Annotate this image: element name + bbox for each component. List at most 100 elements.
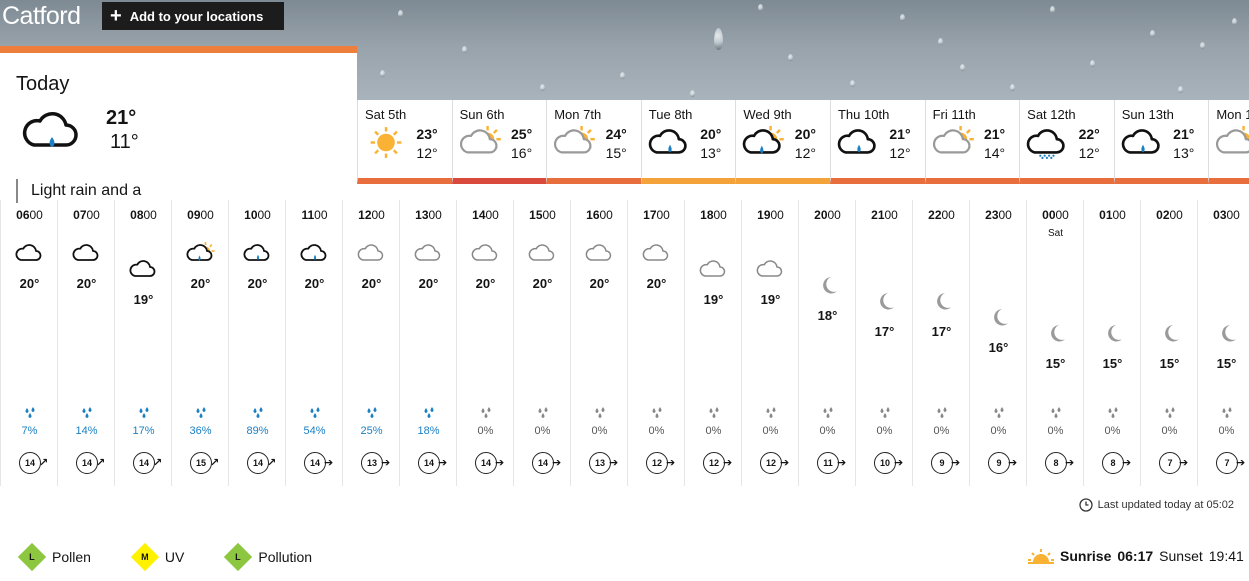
hour-column[interactable]: 1200 20° 25% 13 ➔ xyxy=(342,200,399,486)
hour-time: 1100 xyxy=(301,208,328,222)
rain-chance: 17% xyxy=(132,425,155,437)
day-name: Sat 5th xyxy=(365,107,407,122)
rain-chance: 0% xyxy=(705,425,722,437)
hour-column[interactable]: 0000 Sat 15° 0% 8 ➔ xyxy=(1026,200,1083,486)
wind-direction-arrow-icon: ➔ xyxy=(381,457,391,469)
today-panel[interactable]: Today 21° 11° Light rain and a xyxy=(0,46,357,203)
day-low-temp: 15° xyxy=(605,145,627,161)
rain-chance: 0% xyxy=(1161,425,1178,437)
light-rain-icon xyxy=(243,242,273,270)
sunny-icon xyxy=(364,126,408,164)
hour-column[interactable]: 1100 20° 54% 14 ➔ xyxy=(285,200,342,486)
raindrops-icon xyxy=(536,406,550,424)
day-card[interactable]: Mon 7th 24° 15° xyxy=(546,100,641,184)
rain-chance: 25% xyxy=(360,425,383,437)
raindrops-icon xyxy=(194,406,208,424)
day-name: Mon 14 xyxy=(1216,107,1249,122)
wind-direction-arrow-icon: ➔ xyxy=(666,457,676,469)
hour-temp: 20° xyxy=(247,276,268,291)
raindrops-icon xyxy=(1163,406,1177,424)
hour-time: 1900 xyxy=(757,208,784,222)
hour-temp: 15° xyxy=(1045,356,1066,371)
environment-footer: L Pollen M UV L Pollution xyxy=(17,542,352,572)
moon-icon xyxy=(870,290,900,318)
hour-temp: 20° xyxy=(304,276,325,291)
raindrops-icon xyxy=(935,406,949,424)
plus-icon: + xyxy=(110,5,122,27)
rain-chance: 14% xyxy=(75,425,98,437)
hour-column[interactable]: 2200 17° 0% 9 ➔ xyxy=(912,200,969,486)
add-to-locations-button[interactable]: + Add to your locations xyxy=(102,2,284,30)
today-high-temp: 21° xyxy=(106,107,137,129)
sunrise-time: 06:17 xyxy=(1117,548,1154,564)
moon-icon xyxy=(1098,322,1128,350)
wind-speed: 14 xyxy=(76,452,98,474)
hour-time: 1400 xyxy=(472,208,499,222)
day-card[interactable]: Sat 12th 22° 12° xyxy=(1019,100,1114,184)
wind-direction-arrow-icon: ➔ xyxy=(837,457,847,469)
hour-column[interactable]: 0200 15° 0% 7 ➔ xyxy=(1140,200,1197,486)
add-to-locations-label: Add to your locations xyxy=(129,8,264,24)
hour-column[interactable]: 1000 20° 89% 14 ↗ xyxy=(228,200,285,486)
cloud-icon xyxy=(129,258,159,286)
today-low-temp: 11° xyxy=(110,131,139,153)
hour-column[interactable]: 1500 20° 0% 14 ➔ xyxy=(513,200,570,486)
sun-cloud-icon xyxy=(932,126,976,164)
moon-icon xyxy=(1155,322,1185,350)
sunrise-label: Sunrise xyxy=(1060,548,1112,564)
sunrise-sunset: Sunrise 06:17 Sunset 19:41 xyxy=(1028,548,1244,564)
hour-temp: 16° xyxy=(988,340,1009,355)
rain-chance: 0% xyxy=(1218,425,1235,437)
wind-direction-arrow-icon: ↗ xyxy=(267,457,277,469)
hour-column[interactable]: 1400 20° 0% 14 ➔ xyxy=(456,200,513,486)
wind-direction-arrow-icon: ➔ xyxy=(894,457,904,469)
wind-speed: 14 xyxy=(475,452,497,474)
hour-temp: 20° xyxy=(190,276,211,291)
day-high-temp: 20° xyxy=(700,126,722,142)
hour-time: 1500 xyxy=(529,208,556,222)
moon-icon xyxy=(927,290,957,318)
hour-column[interactable]: 1300 20° 18% 14 ➔ xyxy=(399,200,456,486)
rain-chance: 54% xyxy=(303,425,326,437)
wind-speed: 13 xyxy=(361,452,383,474)
hour-column[interactable]: 1600 20° 0% 13 ➔ xyxy=(570,200,627,486)
hour-column[interactable]: 0600 20° 7% 14 ↗ xyxy=(0,200,57,486)
day-card[interactable]: Fri 11th 21° 14° xyxy=(924,100,1020,184)
hour-temp: 15° xyxy=(1159,356,1180,371)
hour-column[interactable]: 0100 15° 0% 8 ➔ xyxy=(1083,200,1140,486)
hour-column[interactable]: 0700 20° 14% 14 ↗ xyxy=(57,200,114,486)
day-card[interactable]: Mon 14 xyxy=(1208,100,1249,184)
pollen-label: Pollen xyxy=(52,549,91,565)
hour-column[interactable]: 2300 16° 0% 9 ➔ xyxy=(969,200,1026,486)
hour-time: 2000 xyxy=(814,208,841,222)
day-card[interactable]: Wed 9th 20° 12° xyxy=(735,100,830,184)
hour-column[interactable]: 1700 20° 0% 12 ➔ xyxy=(627,200,684,486)
day-high-temp: 25° xyxy=(511,126,533,142)
day-card[interactable]: Tue 8th 20° 13° xyxy=(640,100,736,184)
hour-column[interactable]: 0300 15° 0% 7 ➔ xyxy=(1197,200,1249,486)
sun-cloud-icon xyxy=(553,126,597,164)
hour-column[interactable]: 1900 19° 0% 12 ➔ xyxy=(741,200,798,486)
hour-column[interactable]: 2000 18° 0% 11 ➔ xyxy=(798,200,855,486)
pollen-link[interactable]: L Pollen xyxy=(17,542,91,572)
day-card[interactable]: Thu 10th 21° 12° xyxy=(829,100,925,184)
hour-time: 0200 xyxy=(1156,208,1183,222)
hour-column[interactable]: 0900 20° 36% 15 ↗ xyxy=(171,200,228,486)
day-card[interactable]: Sun 13th 21° 13° xyxy=(1113,100,1209,184)
grey-cloud-icon xyxy=(414,242,444,270)
day-high-temp: 20° xyxy=(794,126,816,142)
hour-column[interactable]: 1800 19° 0% 12 ➔ xyxy=(684,200,741,486)
pollution-link[interactable]: L Pollution xyxy=(224,542,312,572)
wind-direction-arrow-icon: ➔ xyxy=(951,457,961,469)
day-card[interactable]: Sat 5th 23° 12° xyxy=(357,100,452,184)
hour-column[interactable]: 2100 17° 0% 10 ➔ xyxy=(855,200,912,486)
raindrops-icon xyxy=(764,406,778,424)
day-high-temp: 21° xyxy=(983,126,1006,142)
hour-temp: 15° xyxy=(1216,356,1237,371)
hour-temp: 20° xyxy=(76,276,97,291)
raindrops-icon xyxy=(479,406,493,424)
hour-column[interactable]: 0800 19° 17% 14 ↗ xyxy=(114,200,171,486)
day-card[interactable]: Sun 6th 25° 16° xyxy=(451,100,547,184)
uv-link[interactable]: M UV xyxy=(130,542,184,572)
wind-speed: 7 xyxy=(1159,452,1181,474)
